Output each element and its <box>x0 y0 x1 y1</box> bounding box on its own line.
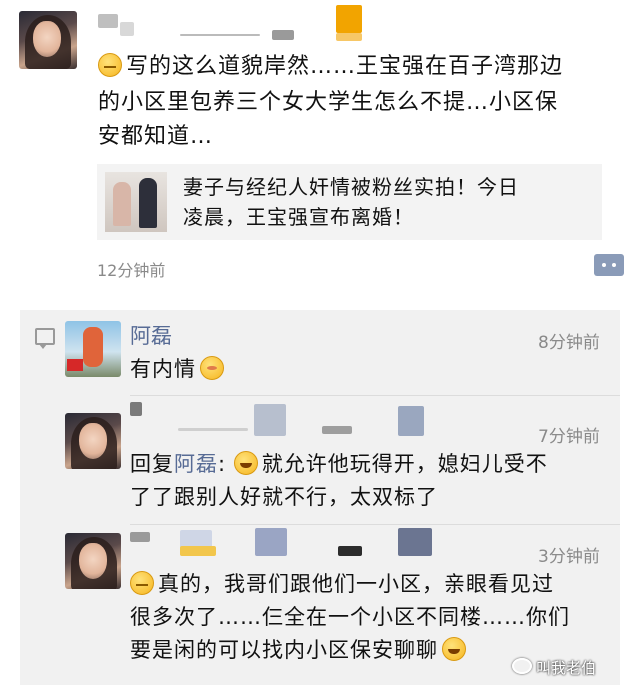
reply-prefix: 回复 <box>130 452 174 476</box>
comment-2-text-content-1: 就允许他玩得开，媳妇儿受不 <box>261 452 548 476</box>
comment-avatar-alei[interactable] <box>65 321 121 377</box>
link-thumbnail-image <box>105 172 167 232</box>
comment-avatar-3[interactable] <box>65 533 121 589</box>
comment-3-timestamp: 3分钟前 <box>538 547 600 567</box>
weibo-icon <box>512 658 532 674</box>
sweat-smile-emoji-icon <box>130 571 154 595</box>
comment-avatar-2[interactable] <box>65 413 121 469</box>
comment-divider-1 <box>130 395 620 396</box>
link-title-line-2: 凌晨，王宝强宣布离婚！ <box>183 205 414 229</box>
comment-2-text-line-2: 了了跟别人好就不行，太双标了 <box>130 485 438 509</box>
shy-emoji-icon <box>200 356 224 380</box>
post-text-line-2: 的小区里包养三个女大学生怎么不提…小区保 <box>98 90 559 115</box>
comment-2-timestamp: 7分钟前 <box>538 427 600 447</box>
laugh-cry-emoji-icon <box>233 451 258 475</box>
post-text-line-1: 写的这么道貌岸然……王宝强在百子湾那边 <box>98 51 563 83</box>
comment-action-button[interactable] <box>594 254 624 276</box>
shared-link-card[interactable]: 妻子与经纪人奸情被粉丝实拍！今日 凌晨，王宝强宣布离婚！ <box>97 164 602 240</box>
post-text-line-3: 安都知道… <box>98 124 214 149</box>
comment-1-text-content: 有内情 <box>130 357 196 381</box>
post-timestamp: 12分钟前 <box>97 261 166 280</box>
comment-3-text-content-1: 真的，我哥们跟他们一小区，亲眼看见过 <box>158 572 554 596</box>
comment-3-text-line-2: 很多次了……仨全在一个小区不同楼……你们 <box>130 605 570 629</box>
laugh-cry-emoji-icon <box>442 637 466 661</box>
comment-1-timestamp: 8分钟前 <box>538 333 600 353</box>
comment-3-text-line-3: 要是闲的可以找内小区保安聊聊 <box>130 634 470 667</box>
link-title: 妻子与经纪人奸情被粉丝实拍！今日 凌晨，王宝强宣布离婚！ <box>183 172 593 232</box>
post-author-avatar[interactable] <box>19 11 77 69</box>
comment-author-alei[interactable]: 阿磊 <box>130 320 172 350</box>
comment-2-text-line-1: 回复阿磊: 就允许他玩得开，媳妇儿受不 <box>130 451 548 476</box>
comment-3-text-line-1: 真的，我哥们跟他们一小区，亲眼看见过 <box>130 568 554 601</box>
comment-bubble-icon <box>35 328 55 349</box>
comment-divider-2 <box>130 524 620 525</box>
sweat-smile-emoji-icon <box>98 53 122 77</box>
link-title-line-1: 妻子与经纪人奸情被粉丝实拍！今日 <box>183 175 519 199</box>
reply-to-alei[interactable]: 阿磊 <box>174 452 218 476</box>
comment-1-text: 有内情 <box>130 353 228 386</box>
watermark-text: 叫我老伯 <box>536 659 597 677</box>
post-text-content-1: 写的这么道貌岸然……王宝强在百子湾那边 <box>126 54 564 79</box>
comment-3-text-content-3: 要是闲的可以找内小区保安聊聊 <box>130 638 438 662</box>
weibo-watermark: 叫我老伯 <box>512 657 596 678</box>
